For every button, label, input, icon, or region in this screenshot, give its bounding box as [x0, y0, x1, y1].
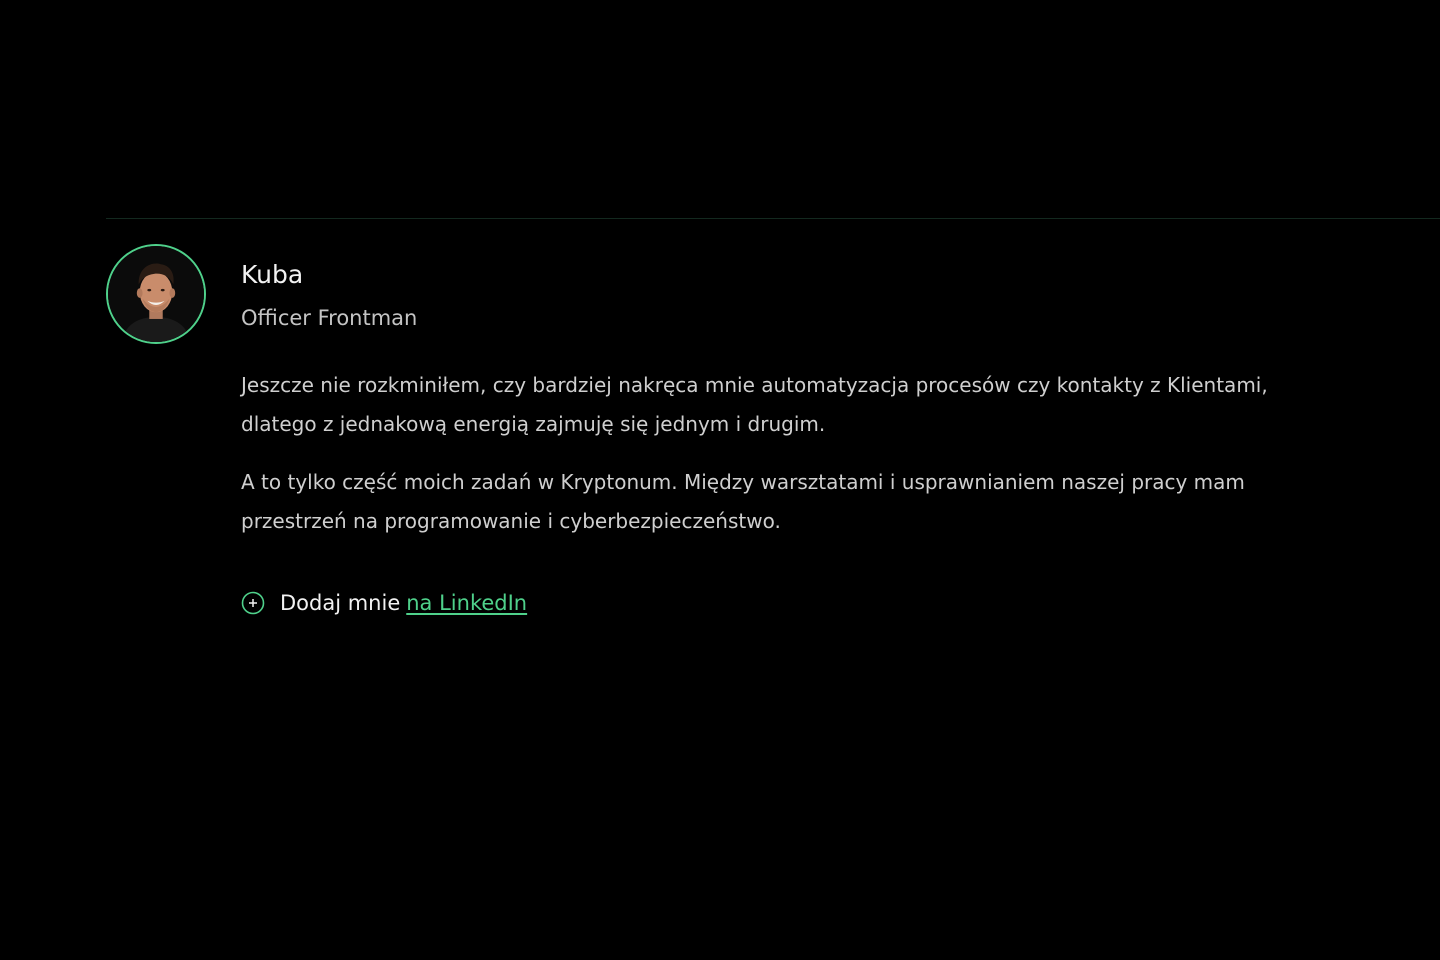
member-bio: Jeszcze nie rozkminiłem, czy bardziej na… — [241, 366, 1301, 560]
cta-prefix: Dodaj mnie — [280, 591, 401, 615]
team-member-page: Kuba Officer Frontman Jeszcze nie rozkmi… — [0, 0, 1440, 960]
section-divider — [106, 218, 1440, 219]
plus-circle-icon — [241, 591, 265, 615]
linkedin-link[interactable]: na LinkedIn — [406, 591, 527, 615]
bio-paragraph: Jeszcze nie rozkminiłem, czy bardziej na… — [241, 373, 1268, 436]
member-role: Officer Frontman — [241, 306, 418, 330]
member-name: Kuba — [241, 260, 304, 289]
bio-paragraph: A to tylko część moich zadań w Kryptonum… — [241, 470, 1245, 533]
person-portrait-icon — [108, 246, 204, 342]
linkedin-cta: Dodaj mnie na LinkedIn — [241, 588, 527, 618]
avatar — [106, 244, 206, 344]
